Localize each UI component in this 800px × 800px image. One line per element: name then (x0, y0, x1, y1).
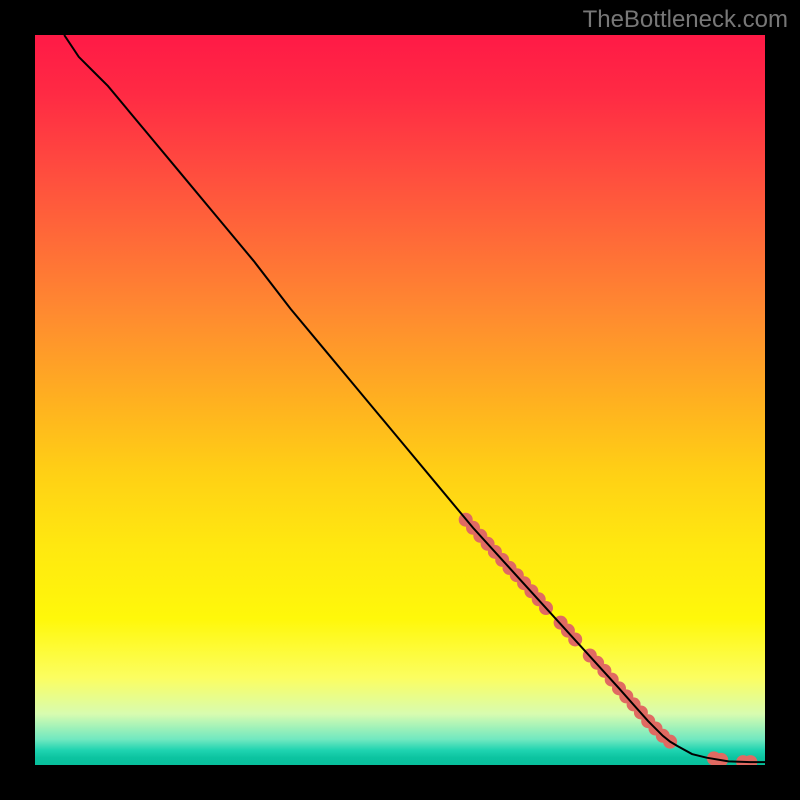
curve-path (64, 35, 765, 762)
watermark-text: TheBottleneck.com (583, 6, 788, 34)
plot-area (35, 35, 765, 765)
marker-group (459, 513, 758, 765)
chart-svg (35, 35, 765, 765)
